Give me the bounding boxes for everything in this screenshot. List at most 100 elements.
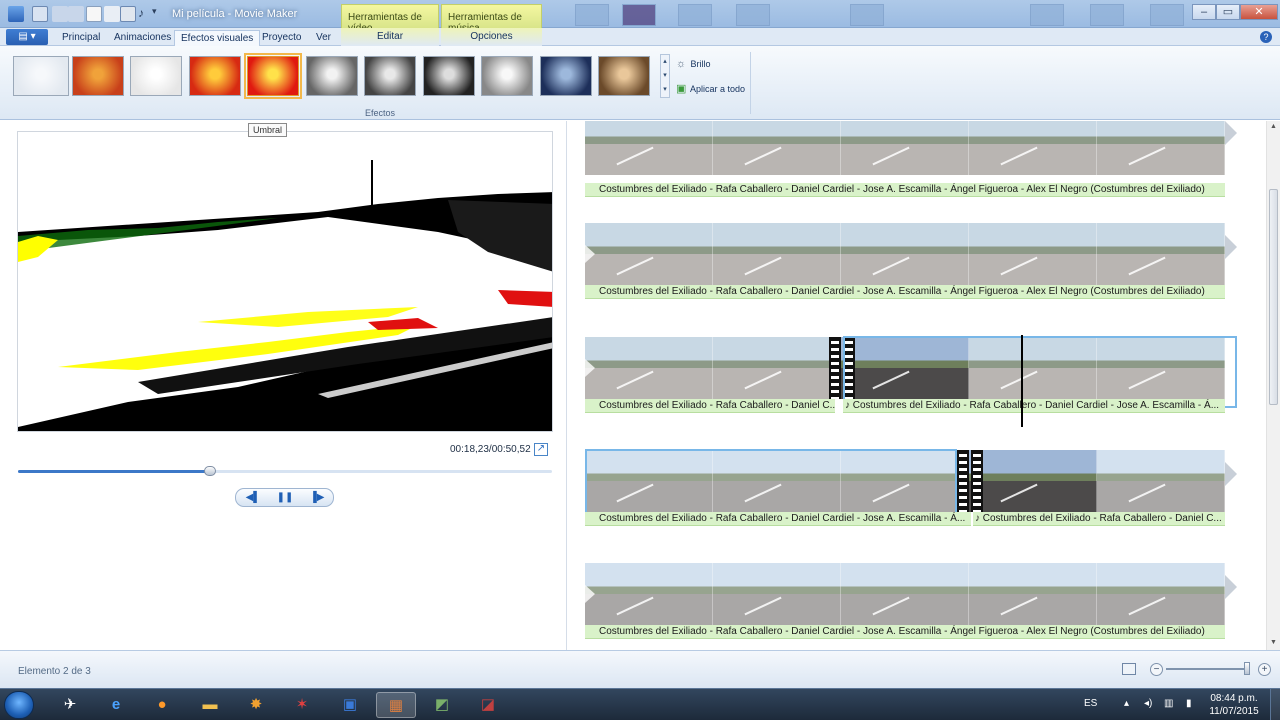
music-caption[interactable]: Costumbres del Exiliado - Rafa Caballero…	[585, 399, 835, 413]
playhead[interactable]	[1021, 335, 1023, 427]
pinned-app-icon[interactable]: ✈	[50, 692, 90, 718]
music-caption[interactable]: Costumbres del Exiliado - Rafa Caballero…	[585, 625, 1225, 639]
brightness-button[interactable]: ☼ Brillo	[676, 58, 711, 70]
clip-frame[interactable]	[713, 121, 841, 175]
clip-frames[interactable]	[585, 450, 1225, 512]
effect-thumb-warm[interactable]	[71, 56, 124, 96]
next-frame-button[interactable]: ▐▶	[306, 491, 328, 505]
zoom-track[interactable]	[1166, 668, 1246, 670]
video-tools-tab[interactable]: Herramientas de vídeo	[341, 4, 439, 34]
gallery-scroll[interactable]: ▴ ▾ ▾	[660, 54, 670, 98]
video-preview[interactable]	[17, 131, 553, 432]
effect-thumb-cyanotype[interactable]	[539, 56, 592, 96]
close-button[interactable]: ✕	[1240, 4, 1278, 20]
clip-frame[interactable]	[969, 563, 1097, 625]
pinned-app-icon[interactable]: ✸	[236, 692, 276, 718]
snapshot-icon[interactable]	[120, 6, 136, 22]
clip-frame[interactable]	[841, 563, 969, 625]
tab-editar[interactable]: Editar	[341, 28, 439, 46]
clip-frame[interactable]	[969, 121, 1097, 175]
pause-button[interactable]: ❚❚	[274, 491, 296, 505]
effect-thumb-threshold[interactable]	[244, 53, 302, 99]
clip-frame[interactable]	[713, 337, 841, 399]
seek-thumb[interactable]	[204, 466, 217, 476]
add-media-icon[interactable]	[86, 6, 102, 22]
help-icon[interactable]: ?	[1260, 31, 1272, 43]
music-tools-tab[interactable]: Herramientas de música	[441, 4, 542, 34]
tab-animaciones[interactable]: Animaciones	[108, 30, 177, 46]
effect-thumb-gray1[interactable]	[305, 56, 358, 96]
clip-frame[interactable]	[1097, 337, 1225, 399]
clip-frame[interactable]	[713, 563, 841, 625]
music-caption[interactable]: Costumbres del Exiliado - Rafa Caballero…	[585, 183, 1225, 197]
effect-thumb-sepia[interactable]	[598, 56, 650, 96]
music-caption[interactable]: Costumbres del Exiliado - Rafa Caballero…	[585, 285, 1225, 299]
clip-frame[interactable]	[585, 337, 713, 399]
clip-frame[interactable]	[841, 450, 969, 512]
clip-frame[interactable]	[713, 450, 841, 512]
fullscreen-icon[interactable]: ↗	[534, 443, 548, 456]
clip-frames[interactable]	[585, 563, 1225, 625]
storyboard-scrollbar[interactable]: ▲ ▼	[1266, 121, 1280, 650]
clip-frames[interactable]	[585, 121, 1225, 175]
file-menu-button[interactable]: ▤ ▾	[6, 29, 48, 45]
clip-row-2[interactable]: Costumbres del Exiliado - Rafa Caballero…	[585, 223, 1237, 310]
effect-thumb-blur[interactable]	[130, 56, 182, 96]
previous-frame-button[interactable]: ◀▌	[242, 491, 264, 505]
network-icon[interactable]: ▥	[1164, 698, 1173, 709]
system-clock[interactable]: 08:44 p.m. 11/07/2015	[1206, 692, 1262, 718]
minimize-button[interactable]: –	[1192, 4, 1216, 20]
clip-frame[interactable]	[841, 337, 969, 399]
clip-frame[interactable]	[841, 121, 969, 175]
clip-row-4[interactable]: Costumbres del Exiliado - Rafa Caballero…	[585, 449, 1237, 537]
pinned-app-icon[interactable]: ◩	[422, 692, 462, 718]
seek-bar[interactable]	[18, 466, 552, 476]
music-caption[interactable]: Costumbres del Exiliado - Rafa Caballero…	[585, 512, 971, 526]
clip-frame[interactable]	[969, 450, 1097, 512]
clip-frame[interactable]	[1097, 563, 1225, 625]
pinned-app-icon[interactable]: ▣	[330, 692, 370, 718]
start-button[interactable]	[4, 691, 34, 719]
clip-frame[interactable]	[1097, 121, 1225, 175]
undo-icon[interactable]	[52, 6, 68, 22]
battery-icon[interactable]: ▮	[1186, 698, 1192, 709]
effect-thumb-none[interactable]	[13, 56, 69, 96]
music-caption[interactable]: ♪ Costumbres del Exiliado - Rafa Caballe…	[973, 512, 1225, 526]
qa-dropdown-icon[interactable]: ▾	[152, 6, 168, 22]
clip-frame[interactable]	[1097, 450, 1225, 512]
clip-frame[interactable]	[969, 337, 1097, 399]
scroll-up-icon[interactable]: ▲	[1270, 123, 1277, 130]
scrollbar-thumb[interactable]	[1269, 189, 1278, 405]
clip-frames[interactable]	[585, 337, 1225, 399]
apply-all-button[interactable]: ▣ Aplicar a todo	[676, 82, 745, 95]
pinned-app-icon[interactable]: ✶	[282, 692, 322, 718]
zoom-out-button[interactable]: −	[1150, 663, 1163, 676]
effect-thumb-gray2[interactable]	[364, 56, 416, 96]
clip-row-3[interactable]: Costumbres del Exiliado - Rafa Caballero…	[585, 335, 1237, 427]
clip-frame[interactable]	[585, 563, 713, 625]
clip-frame[interactable]	[585, 450, 713, 512]
effect-thumb-gray4[interactable]	[481, 56, 533, 96]
music-caption[interactable]: ♪ Costumbres del Exiliado - Rafa Caballe…	[843, 399, 1225, 413]
zoom-thumb[interactable]	[1244, 662, 1251, 675]
clip-frame[interactable]	[713, 223, 841, 285]
internet-explorer-icon[interactable]: e	[96, 692, 136, 718]
clip-frame[interactable]	[969, 223, 1097, 285]
language-indicator[interactable]: ES	[1084, 698, 1097, 709]
show-hidden-icons-icon[interactable]: ▴	[1124, 698, 1129, 709]
tab-principal[interactable]: Principal	[56, 30, 106, 46]
tab-efectos-visuales[interactable]: Efectos visuales	[174, 30, 261, 46]
clip-frames[interactable]	[585, 223, 1225, 285]
effect-thumb-gray3[interactable]	[422, 56, 475, 96]
clip-frame[interactable]	[585, 121, 713, 175]
show-desktop-button[interactable]	[1270, 689, 1280, 720]
tab-opciones[interactable]: Opciones	[441, 28, 542, 46]
clip-frame[interactable]	[1097, 223, 1225, 285]
firefox-icon[interactable]: ●	[142, 692, 182, 718]
clip-frame[interactable]	[841, 223, 969, 285]
pinned-app-icon[interactable]: ◪	[468, 692, 508, 718]
scroll-down-icon[interactable]: ▼	[1270, 639, 1277, 646]
save-icon[interactable]	[32, 6, 48, 22]
tab-ver[interactable]: Ver	[310, 30, 337, 46]
movie-maker-taskbar-icon[interactable]: ▦	[376, 692, 416, 718]
